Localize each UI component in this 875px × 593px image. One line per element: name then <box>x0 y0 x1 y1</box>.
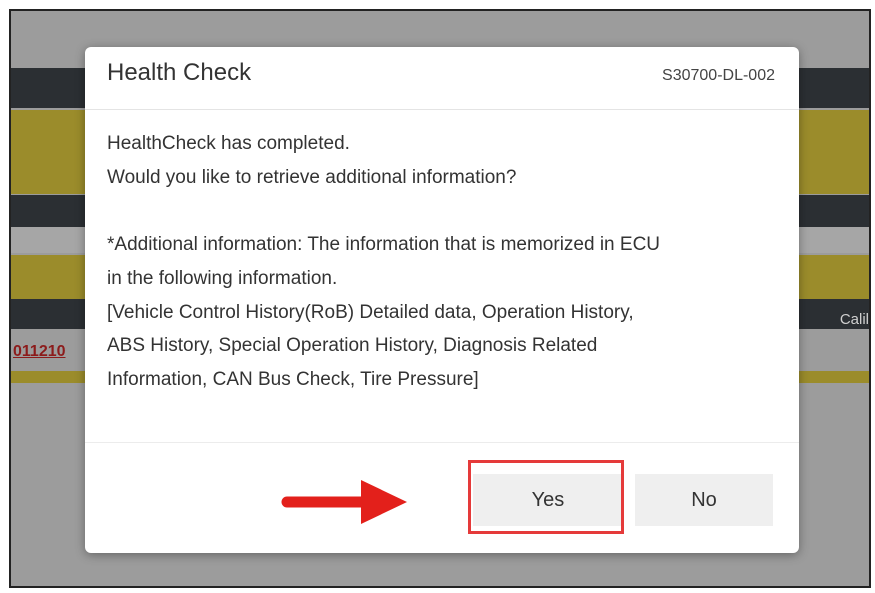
background-column-header: Calil <box>839 311 869 328</box>
message-line: ABS History, Special Operation History, … <box>107 335 598 357</box>
dialog-footer-divider <box>85 442 799 443</box>
background-record-link[interactable]: 011210 <box>13 343 66 361</box>
message-line: *Additional information: The information… <box>107 234 661 256</box>
message-line: Would you like to retrieve additional in… <box>107 166 517 188</box>
message-line: HealthCheck has completed. <box>107 133 350 154</box>
dialog-title: Health Check <box>107 59 252 86</box>
health-check-dialog: Health Check S30700-DL-002 HealthCheck h… <box>85 47 799 553</box>
red-arrow-annotation <box>281 480 407 524</box>
dialog-message: HealthCheck has completed. Would you lik… <box>107 127 787 397</box>
highlight-box <box>468 460 624 534</box>
message-line: Information, CAN Bus Check, Tire Pressur… <box>107 368 479 390</box>
no-button[interactable]: No <box>635 474 773 526</box>
message-line: [Vehicle Control History(RoB) Detailed d… <box>107 301 634 323</box>
dialog-code: S30700-DL-002 <box>662 67 775 84</box>
dialog-header-divider <box>85 109 799 110</box>
message-line: in the following information. <box>107 267 338 289</box>
